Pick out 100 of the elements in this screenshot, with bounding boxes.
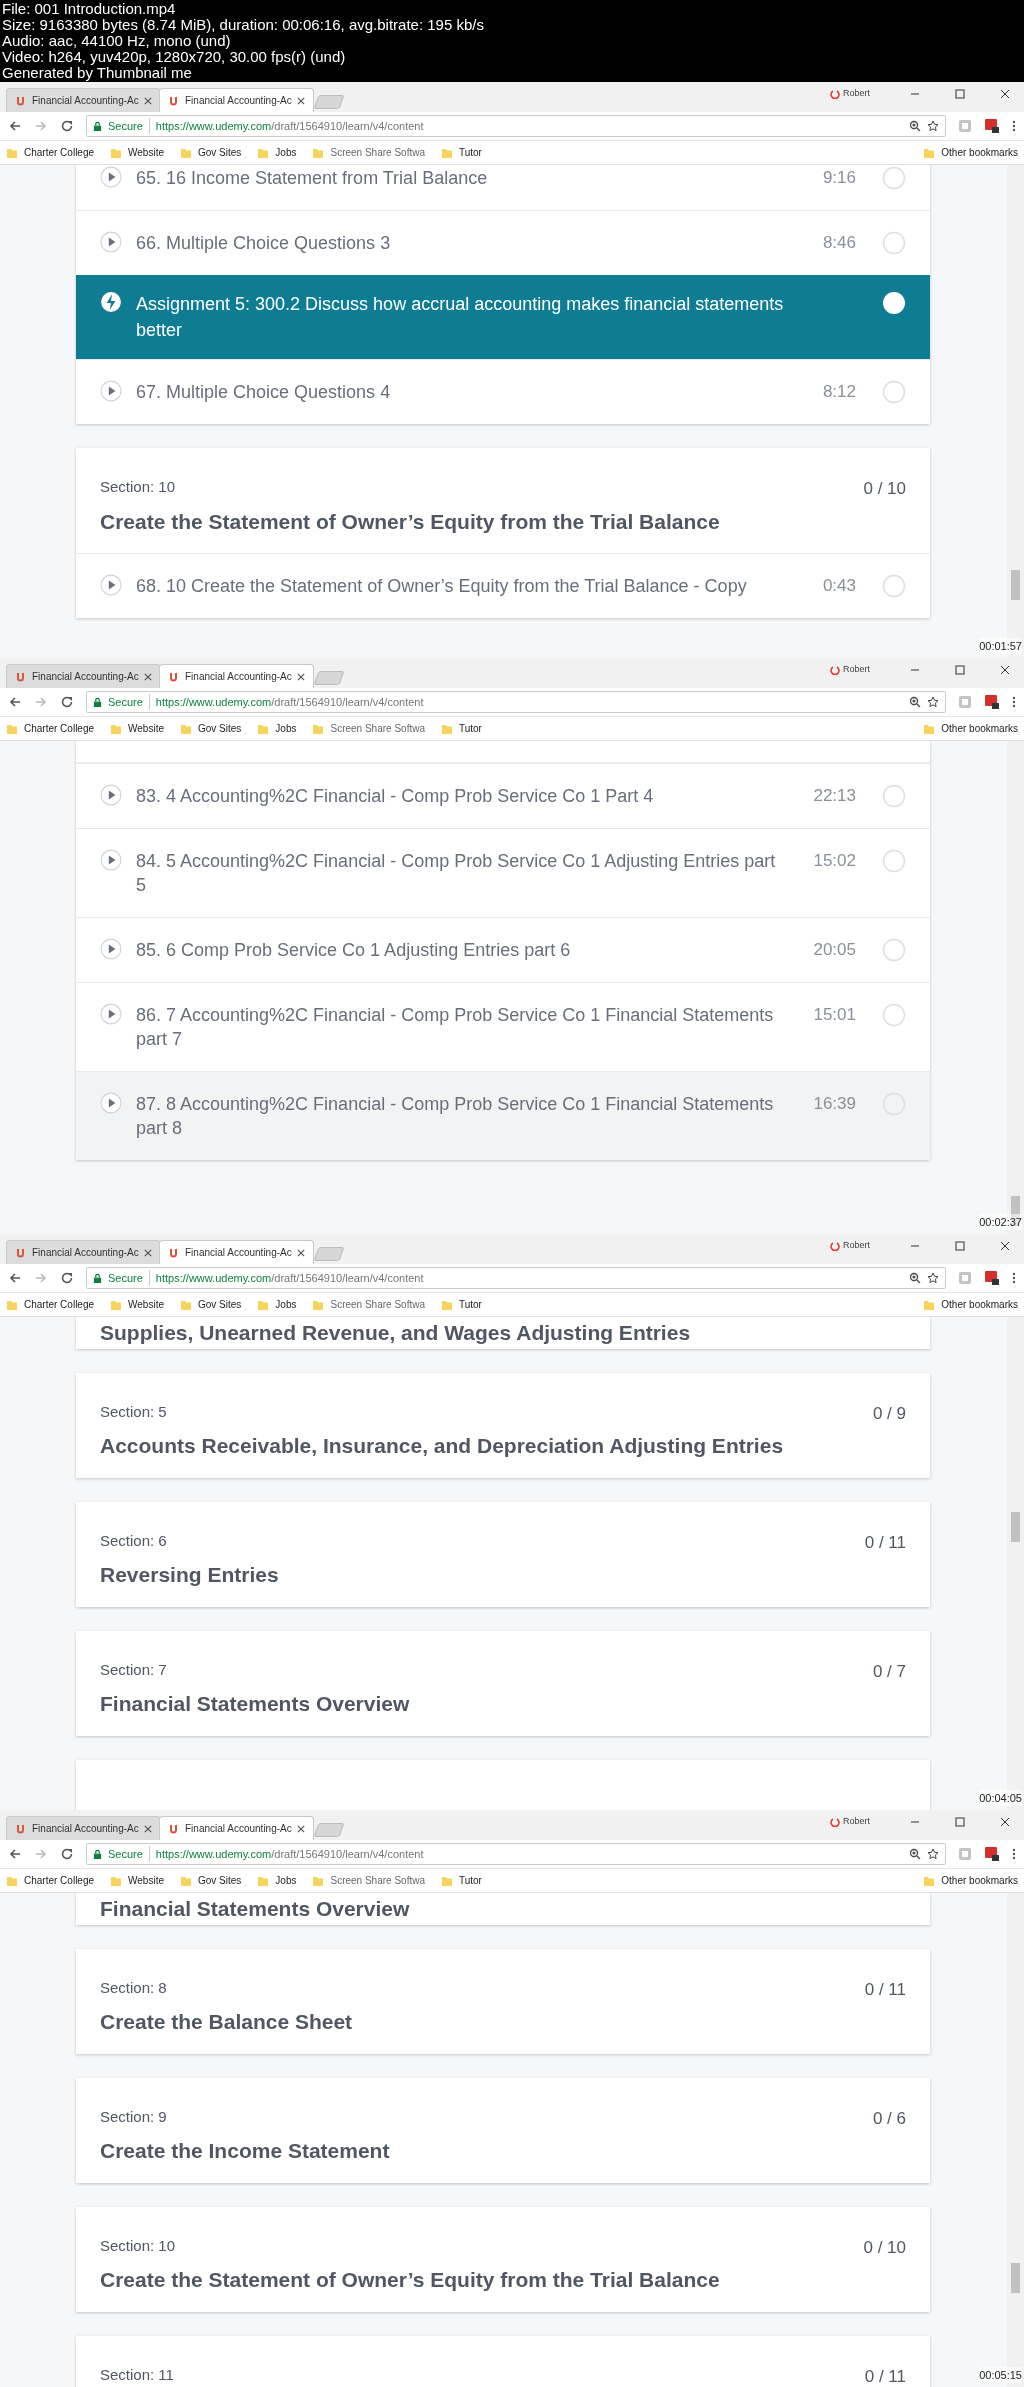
reload-icon[interactable] — [60, 119, 74, 133]
profile-name[interactable]: Robert — [843, 87, 870, 101]
lecture-row[interactable]: 83. 4 Accounting%2C Financial - Comp Prob Service Co 1 Part 4 22:13 — [76, 763, 930, 828]
extension-icon[interactable] — [984, 1846, 1000, 1862]
bookmark-item[interactable]: Jobs — [257, 1873, 297, 1888]
bookmark-item[interactable]: Other bookmarks — [923, 145, 1018, 160]
lecture-row[interactable]: 65. 16 Income Statement from Trial Balance 9:16 — [76, 165, 930, 210]
scrollbar-thumb[interactable] — [1011, 570, 1020, 600]
profile-name[interactable]: Robert — [843, 663, 870, 677]
browser-tab[interactable]: Financial Accounting-Ac — [6, 1240, 161, 1264]
browser-tab[interactable]: Financial Accounting-Ac — [6, 664, 161, 688]
close-icon[interactable] — [144, 672, 152, 681]
menu-icon[interactable] — [1012, 695, 1016, 709]
zoom-icon[interactable] — [909, 1848, 921, 1860]
bookmark-item[interactable]: Charter College — [6, 1873, 95, 1888]
bookmark-item[interactable]: Screen Share Softwa — [312, 145, 425, 160]
bookmark-item[interactable]: Charter College — [6, 1297, 95, 1312]
bookmark-item[interactable]: Jobs — [257, 721, 297, 736]
section-title[interactable]: Financial Statements Overview — [100, 1893, 410, 1925]
reload-icon[interactable] — [60, 695, 74, 709]
close-icon[interactable] — [144, 96, 152, 105]
profile-name[interactable]: Robert — [843, 1239, 870, 1253]
bookmark-item[interactable]: Screen Share Softwa — [312, 1873, 425, 1888]
zoom-icon[interactable] — [909, 120, 921, 132]
bookmark-item[interactable]: Website — [110, 1297, 164, 1312]
bookmark-item[interactable]: Tutor — [441, 1297, 482, 1312]
bookmark-item[interactable]: Gov Sites — [180, 721, 242, 736]
bookmark-item[interactable]: Jobs — [257, 145, 297, 160]
lecture-row[interactable]: 84. 5 Accounting%2C Financial - Comp Prob Service Co 1 Adjusting Entries part 5 15:02 — [76, 828, 930, 917]
browser-tab[interactable]: Financial Accounting-Ac — [159, 664, 314, 688]
close-icon[interactable] — [1000, 665, 1010, 675]
close-icon[interactable] — [144, 1824, 152, 1833]
section-title[interactable]: Create the Balance Sheet — [100, 2006, 906, 2038]
zoom-icon[interactable] — [909, 696, 921, 708]
section-title[interactable]: Supplies, Unearned Revenue, and Wages Adjusting Entries — [100, 1317, 691, 1349]
extension-icon[interactable] — [984, 1270, 1000, 1286]
close-icon[interactable] — [297, 1248, 305, 1257]
browser-tab[interactable]: Financial Accounting-Ac — [6, 88, 161, 112]
assignment-row[interactable]: Assignment 5: 300.2 Discuss how accrual accounting makes financial statements better — [76, 275, 930, 359]
menu-icon[interactable] — [1012, 119, 1016, 133]
close-icon[interactable] — [1000, 89, 1010, 99]
zoom-icon[interactable] — [909, 1272, 921, 1284]
section-title[interactable]: Accounts Receivable, Insurance, and Depreciation Adjusting Entries — [100, 1430, 906, 1462]
browser-tab[interactable]: Financial Accounting-Ac — [159, 1816, 314, 1840]
section-title[interactable]: Financial Statements Overview — [100, 1688, 906, 1720]
bookmark-item[interactable]: Tutor — [441, 1873, 482, 1888]
lecture-row[interactable]: 67. Multiple Choice Questions 4 8:12 — [76, 359, 930, 424]
reload-icon[interactable] — [60, 1271, 74, 1285]
bookmark-item[interactable]: Charter College — [6, 145, 95, 160]
address-bar[interactable]: Secure https://www.udemy.com/draft/1564910/learn/v4/content — [86, 115, 946, 137]
menu-icon[interactable] — [1012, 1271, 1016, 1285]
back-icon[interactable] — [8, 119, 22, 133]
maximize-icon[interactable] — [955, 1817, 965, 1827]
bookmark-item[interactable]: Jobs — [257, 1297, 297, 1312]
address-bar[interactable]: Secure https://www.udemy.com/draft/1564910/learn/v4/content — [86, 1267, 946, 1289]
lecture-row[interactable]: 87. 8 Accounting%2C Financial - Comp Prob Service Co 1 Financial Statements part 8 16:39 — [76, 1071, 930, 1160]
maximize-icon[interactable] — [955, 1241, 965, 1251]
bookmark-item[interactable]: Charter College — [6, 721, 95, 736]
completion-circle-icon[interactable] — [882, 291, 906, 315]
browser-tab[interactable]: Financial Accounting-Ac — [6, 1816, 161, 1840]
close-icon[interactable] — [297, 1824, 305, 1833]
menu-icon[interactable] — [1012, 1847, 1016, 1861]
close-icon[interactable] — [1000, 1817, 1010, 1827]
lecture-row[interactable]: 85. 6 Comp Prob Service Co 1 Adjusting Entries part 6 20:05 — [76, 917, 930, 982]
star-icon[interactable] — [927, 120, 939, 132]
extension-icon[interactable] — [984, 118, 1000, 134]
star-icon[interactable] — [927, 696, 939, 708]
star-icon[interactable] — [927, 1272, 939, 1284]
scrollbar-thumb[interactable] — [1011, 2263, 1020, 2293]
profile-name[interactable]: Robert — [843, 1815, 870, 1829]
extension-icon[interactable] — [984, 694, 1000, 710]
close-icon[interactable] — [297, 96, 305, 105]
section-title[interactable]: Create the Income Statement — [100, 2135, 906, 2167]
browser-tab[interactable]: Financial Accounting-Ac — [159, 1240, 314, 1264]
close-icon[interactable] — [144, 1248, 152, 1257]
bookmark-item[interactable]: Screen Share Softwa — [312, 721, 425, 736]
bookmark-item[interactable]: Tutor — [441, 145, 482, 160]
bookmark-item[interactable]: Website — [110, 145, 164, 160]
maximize-icon[interactable] — [955, 89, 965, 99]
bookmark-item[interactable]: Gov Sites — [180, 145, 242, 160]
bookmark-item[interactable]: Other bookmarks — [923, 721, 1018, 736]
scrollbar-thumb[interactable] — [1011, 1512, 1020, 1542]
back-icon[interactable] — [8, 1847, 22, 1861]
close-icon[interactable] — [1000, 1241, 1010, 1251]
bookmark-item[interactable]: Other bookmarks — [923, 1297, 1018, 1312]
section-title[interactable]: Create the Statement of Owner’s Equity from the Trial Balance — [100, 505, 906, 537]
browser-tab[interactable]: Financial Accounting-Ac — [159, 88, 314, 112]
bookmark-item[interactable]: Other bookmarks — [923, 1873, 1018, 1888]
reload-icon[interactable] — [60, 1847, 74, 1861]
bookmark-item[interactable]: Tutor — [441, 721, 482, 736]
back-icon[interactable] — [8, 695, 22, 709]
back-icon[interactable] — [8, 1271, 22, 1285]
section-title[interactable]: Reversing Entries — [100, 1559, 906, 1591]
bookmark-item[interactable]: Website — [110, 1873, 164, 1888]
star-icon[interactable] — [927, 1848, 939, 1860]
address-bar[interactable]: Secure https://www.udemy.com/draft/1564910/learn/v4/content — [86, 691, 946, 713]
address-bar[interactable]: Secure https://www.udemy.com/draft/1564910/learn/v4/content — [86, 1843, 946, 1865]
section-title[interactable]: Create the Statement of Owner’s Equity from the Trial Balance — [100, 2264, 906, 2296]
lecture-row[interactable]: 66. Multiple Choice Questions 3 8:46 — [76, 210, 930, 275]
bookmark-item[interactable]: Screen Share Softwa — [312, 1297, 425, 1312]
